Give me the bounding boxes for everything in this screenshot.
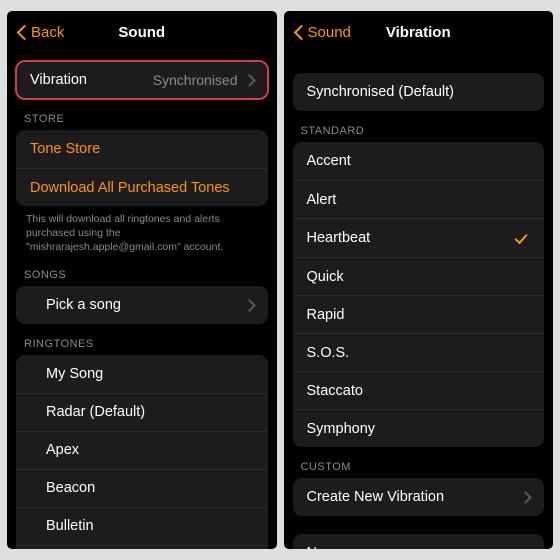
ringtone-label: My Song (46, 366, 103, 382)
create-vibration-row[interactable]: Create New Vibration (293, 478, 545, 516)
vibration-screen: Sound Vibration Synchronised (Default) S… (284, 11, 554, 549)
ringtone-row[interactable]: Bulletin (16, 507, 268, 545)
vibration-option-label: Heartbeat (307, 230, 371, 246)
standard-vibration-row[interactable]: Heartbeat (293, 218, 545, 257)
chevron-left-icon (294, 23, 305, 41)
chevron-left-icon (17, 23, 28, 41)
back-button[interactable]: Sound (294, 23, 351, 41)
ringtone-row[interactable]: Apex (16, 431, 268, 469)
songs-header: SONGS (16, 255, 268, 286)
ringtone-label: Beacon (46, 480, 95, 496)
vibration-label: Vibration (30, 72, 87, 88)
tone-store-row[interactable]: Tone Store (16, 130, 268, 168)
standard-vibration-row[interactable]: Staccato (293, 371, 545, 409)
ringtone-row[interactable]: My Song (16, 355, 268, 393)
standard-vibration-row[interactable]: Quick (293, 257, 545, 295)
standard-header: STANDARD (293, 111, 545, 142)
back-label: Back (31, 24, 64, 41)
ringtone-row[interactable]: By The Seaside (16, 545, 268, 549)
ringtone-label: Apex (46, 442, 79, 458)
chevron-right-icon (522, 490, 530, 504)
default-group: Synchronised (Default) (293, 73, 545, 111)
vibration-option-label: Accent (307, 153, 351, 169)
vibration-option-label: Symphony (307, 421, 376, 437)
default-vibration-row[interactable]: Synchronised (Default) (293, 73, 545, 111)
store-footer-note: This will download all ringtones and ale… (16, 206, 268, 255)
pick-song-row[interactable]: Pick a song (16, 286, 268, 324)
ringtones-group: My Song Radar (Default) Apex Beacon Bulletin… (16, 355, 268, 549)
none-row[interactable]: None (293, 534, 545, 549)
songs-group: Pick a song (16, 286, 268, 324)
standard-vibration-row[interactable]: Accent (293, 142, 545, 180)
vibration-scroll: Synchronised (Default) STANDARD Accent Al… (284, 53, 554, 549)
vibration-option-label: Alert (307, 192, 337, 208)
chevron-right-icon (246, 298, 254, 312)
standard-group: Accent Alert Heartbeat Quick Rapid S.O.S. Stac… (293, 142, 545, 447)
standard-vibration-row[interactable]: Alert (293, 180, 545, 218)
back-label: Sound (308, 24, 351, 41)
custom-group: Create New Vibration (293, 478, 545, 516)
nav-bar: Sound Vibration (284, 11, 554, 53)
vibration-option-label: S.O.S. (307, 345, 350, 361)
sound-screen: Back Sound Vibration Synchronised STORE … (7, 11, 277, 549)
standard-vibration-row[interactable]: Rapid (293, 295, 545, 333)
custom-header: CUSTOM (293, 447, 545, 478)
store-header: STORE (16, 99, 268, 130)
ringtone-row[interactable]: Radar (Default) (16, 393, 268, 431)
ringtone-label: Bulletin (46, 518, 94, 534)
standard-vibration-row[interactable]: Symphony (293, 409, 545, 447)
chevron-right-icon (246, 73, 254, 87)
vibration-value: Synchronised (153, 72, 238, 88)
ringtones-header: RINGTONES (16, 324, 268, 355)
nav-bar: Back Sound (7, 11, 277, 53)
vibration-option-label: Staccato (307, 383, 363, 399)
ringtone-label: Radar (Default) (46, 404, 145, 420)
back-button[interactable]: Back (17, 23, 64, 41)
vibration-option-label: Quick (307, 269, 344, 285)
none-group: None (293, 534, 545, 549)
sound-scroll: Vibration Synchronised STORE Tone Store … (7, 53, 277, 549)
checkmark-icon (512, 229, 530, 247)
standard-vibration-row[interactable]: S.O.S. (293, 333, 545, 371)
vibration-cell[interactable]: Vibration Synchronised (16, 61, 268, 99)
download-all-row[interactable]: Download All Purchased Tones (16, 168, 268, 206)
ringtone-row[interactable]: Beacon (16, 469, 268, 507)
store-group: Tone Store Download All Purchased Tones (16, 130, 268, 206)
vibration-option-label: Rapid (307, 307, 345, 323)
